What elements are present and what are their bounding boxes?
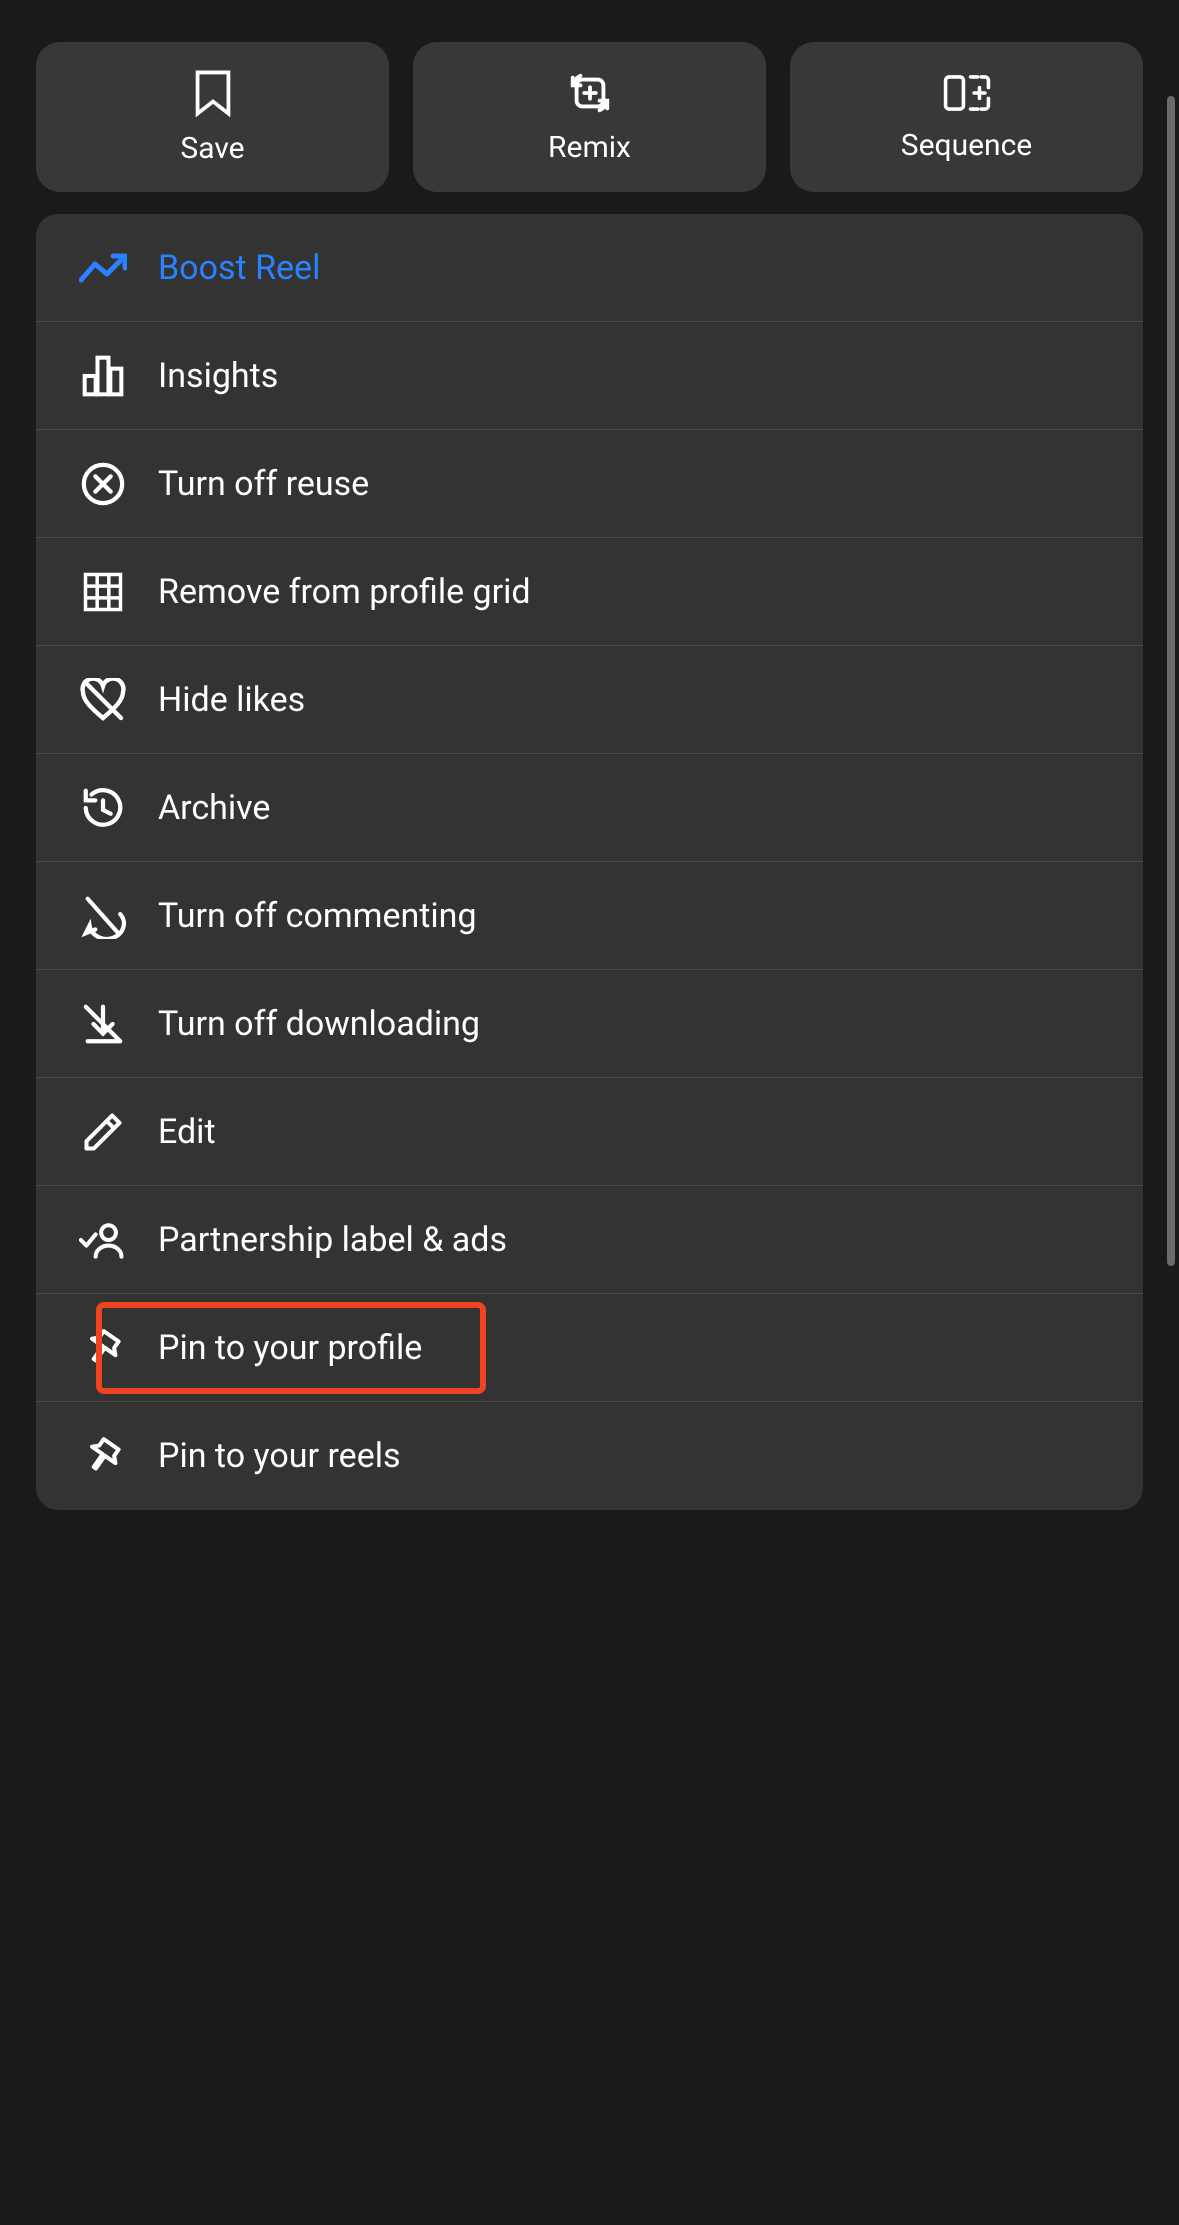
user-check-icon [78, 1220, 128, 1260]
bar-chart-icon [78, 354, 128, 398]
circle-x-icon [78, 461, 128, 507]
partnership-label: Partnership label & ads [158, 1220, 507, 1260]
turn-off-commenting-label: Turn off commenting [158, 896, 477, 936]
turn-off-downloading-label: Turn off downloading [158, 1004, 480, 1044]
menu-item-boost[interactable]: Boost Reel [36, 214, 1143, 322]
menu-item-pin-profile[interactable]: Pin to your profile [36, 1294, 1143, 1402]
sequence-action[interactable]: Sequence [790, 42, 1143, 192]
history-icon [78, 785, 128, 831]
remix-label: Remix [548, 130, 631, 165]
edit-label: Edit [158, 1112, 216, 1152]
remix-icon [567, 70, 613, 116]
insights-label: Insights [158, 356, 278, 396]
grid-icon [78, 571, 128, 613]
save-label: Save [180, 131, 244, 166]
menu-item-insights[interactable]: Insights [36, 322, 1143, 430]
scrollbar[interactable] [1167, 96, 1175, 1266]
download-off-icon [78, 1001, 128, 1047]
archive-label: Archive [158, 788, 270, 828]
options-menu: Boost Reel Insights Turn off reuse [36, 214, 1143, 1510]
sequence-label: Sequence [901, 128, 1032, 163]
menu-item-turn-off-commenting[interactable]: Turn off commenting [36, 862, 1143, 970]
remove-grid-label: Remove from profile grid [158, 572, 531, 612]
menu-item-turn-off-reuse[interactable]: Turn off reuse [36, 430, 1143, 538]
turn-off-reuse-label: Turn off reuse [158, 464, 369, 504]
comment-off-icon [78, 893, 128, 939]
menu-item-turn-off-downloading[interactable]: Turn off downloading [36, 970, 1143, 1078]
menu-item-edit[interactable]: Edit [36, 1078, 1143, 1186]
pin-reels-label: Pin to your reels [158, 1436, 401, 1476]
menu-item-pin-reels[interactable]: Pin to your reels [36, 1402, 1143, 1510]
menu-item-remove-grid[interactable]: Remove from profile grid [36, 538, 1143, 646]
boost-label: Boost Reel [158, 248, 320, 288]
menu-item-archive[interactable]: Archive [36, 754, 1143, 862]
menu-item-partnership[interactable]: Partnership label & ads [36, 1186, 1143, 1294]
heart-off-icon [78, 678, 128, 722]
pin-icon [78, 1326, 128, 1370]
pin-icon [78, 1434, 128, 1478]
sequence-icon [942, 72, 992, 114]
remix-action[interactable]: Remix [413, 42, 766, 192]
trend-up-icon [78, 253, 128, 283]
menu-item-hide-likes[interactable]: Hide likes [36, 646, 1143, 754]
hide-likes-label: Hide likes [158, 680, 305, 720]
pencil-icon [78, 1110, 128, 1154]
save-action[interactable]: Save [36, 42, 389, 192]
bookmark-icon [192, 69, 234, 117]
pin-profile-label: Pin to your profile [158, 1328, 422, 1368]
